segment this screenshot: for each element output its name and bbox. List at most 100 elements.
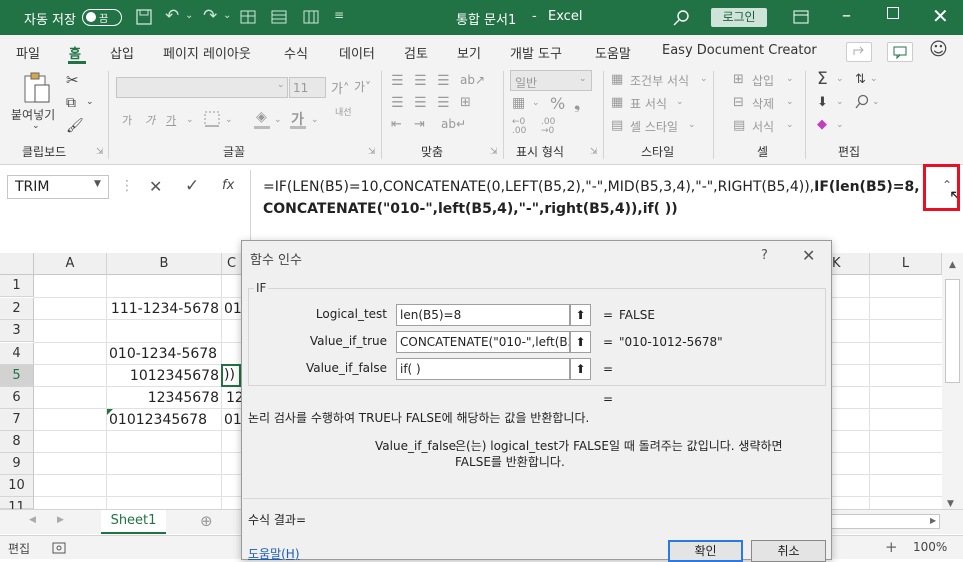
delete-cells-button[interactable]: 삭제 bbox=[752, 95, 774, 112]
minimize-icon[interactable]: – bbox=[842, 5, 851, 26]
row-header-8[interactable]: 8 bbox=[0, 431, 34, 453]
align-bottom-icon[interactable]: ☰ bbox=[437, 73, 450, 89]
tab-data[interactable]: 데이터 bbox=[339, 43, 375, 62]
column-header-c[interactable]: C bbox=[222, 253, 242, 275]
insert-cells-icon[interactable]: ⊞ bbox=[733, 72, 744, 87]
shrink-font-icon[interactable]: 가˅ bbox=[354, 78, 371, 95]
column-header-b[interactable]: B bbox=[107, 253, 222, 275]
arg-input-value-if-true[interactable]: CONCATENATE("010-",left(B5,4 bbox=[396, 331, 570, 353]
cell-c7[interactable]: 01 bbox=[224, 409, 242, 431]
comma-icon[interactable]: ❟ bbox=[574, 94, 580, 114]
row-header-6[interactable]: 6 bbox=[0, 387, 34, 409]
tab-help[interactable]: 도움말 bbox=[595, 43, 631, 62]
chevron-down-icon[interactable]: ⌄ bbox=[836, 120, 844, 130]
tab-developer[interactable]: 개발 도구 bbox=[510, 43, 562, 62]
increase-decimal-icon[interactable]: ←0.00 bbox=[512, 118, 526, 136]
collapse-dialog-button[interactable]: ⬆ bbox=[570, 331, 591, 353]
cell-style-icon[interactable]: ▤ bbox=[611, 118, 623, 133]
dialog-launcher-icon[interactable]: ⇲ bbox=[96, 147, 104, 157]
chevron-down-icon[interactable]: ⌄ bbox=[836, 97, 844, 107]
conditional-format-button[interactable]: 조건부 서식 bbox=[630, 72, 689, 89]
name-box[interactable]: TRIM ▼ bbox=[7, 175, 109, 199]
arg-input-value-if-false[interactable]: if( ) bbox=[396, 358, 570, 380]
next-sheet-icon[interactable]: ▶ bbox=[57, 515, 64, 525]
customize-qat-icon[interactable]: ≡ bbox=[334, 8, 344, 22]
tab-home[interactable]: 홈 bbox=[69, 43, 81, 62]
smiley-icon[interactable]: ☺ bbox=[929, 39, 948, 60]
enter-icon[interactable]: ✓ bbox=[185, 176, 199, 196]
chevron-down-icon[interactable]: ⌄ bbox=[185, 10, 193, 21]
sheet-tab-sheet1[interactable]: Sheet1 bbox=[101, 510, 166, 534]
align-top-icon[interactable]: ☰ bbox=[391, 73, 404, 89]
cancel-icon[interactable]: ✕ bbox=[149, 177, 162, 196]
bold-button[interactable]: 가 bbox=[122, 112, 132, 128]
chevron-down-icon[interactable]: ⌄ bbox=[872, 97, 880, 107]
tab-formulas[interactable]: 수식 bbox=[284, 43, 308, 62]
login-button[interactable]: 로그인 bbox=[711, 8, 767, 27]
form-icon[interactable] bbox=[271, 10, 287, 24]
zoom-level[interactable]: 100% bbox=[913, 540, 947, 554]
cell-b2[interactable]: 111-1234-5678 bbox=[107, 298, 219, 320]
autosave-toggle[interactable]: 끔 bbox=[82, 9, 122, 26]
select-all-corner[interactable] bbox=[0, 253, 34, 275]
number-format-dropdown[interactable]: 일반 ⌄ bbox=[510, 70, 592, 91]
share-button[interactable] bbox=[846, 42, 872, 62]
tab-review[interactable]: 검토 bbox=[404, 43, 428, 62]
row-header-2[interactable]: 2 bbox=[0, 298, 34, 320]
column-header-a[interactable]: A bbox=[34, 253, 107, 275]
cell-style-button[interactable]: 셀 스타일 bbox=[630, 118, 678, 135]
scroll-down-icon[interactable]: ▼ bbox=[947, 499, 954, 509]
format-painter-icon[interactable]: 🖌 bbox=[66, 118, 84, 134]
orientation-icon[interactable]: ab↗ bbox=[460, 73, 485, 87]
paste-icon[interactable] bbox=[22, 71, 52, 105]
insert-function-button[interactable]: fx bbox=[222, 178, 234, 193]
grid-icon[interactable] bbox=[303, 10, 319, 24]
collapse-dialog-button[interactable]: ⬆ bbox=[570, 358, 591, 380]
fill-icon[interactable]: ⬇ bbox=[817, 95, 828, 110]
align-left-icon[interactable]: ☰ bbox=[391, 95, 404, 111]
dialog-launcher-icon[interactable]: ⇲ bbox=[590, 147, 598, 157]
chevron-down-icon[interactable]: ⌄ bbox=[225, 115, 233, 125]
tab-insert[interactable]: 삽입 bbox=[110, 43, 134, 62]
wrap-text-icon[interactable]: ab↵ bbox=[441, 117, 466, 131]
row-header-7[interactable]: 7 bbox=[0, 409, 34, 431]
save-icon[interactable] bbox=[136, 9, 152, 25]
arg-input-logical-test[interactable]: len(B5)=8 bbox=[396, 304, 570, 326]
scroll-thumb[interactable] bbox=[945, 279, 960, 383]
row-header-11[interactable]: 11 bbox=[0, 497, 34, 515]
row-header-10[interactable]: 10 bbox=[0, 475, 34, 497]
formula-input[interactable]: =IF(LEN(B5)=10,CONCATENATE(0,LEFT(B5,2),… bbox=[263, 176, 923, 220]
row-header-4[interactable]: 4 bbox=[0, 343, 34, 365]
cell-b5[interactable]: 1012345678 bbox=[107, 365, 219, 387]
dialog-launcher-icon[interactable]: ⇲ bbox=[368, 147, 376, 157]
find-icon[interactable] bbox=[854, 94, 870, 110]
cut-icon[interactable]: ✂ bbox=[66, 71, 79, 89]
tab-easy-document-creator[interactable]: Easy Document Creator bbox=[662, 43, 817, 58]
align-center-icon[interactable]: ☰ bbox=[414, 95, 427, 111]
format-cells-icon[interactable]: ▤ bbox=[733, 118, 745, 133]
format-cells-button[interactable]: 서식 bbox=[752, 118, 774, 135]
chevron-down-icon[interactable]: ⌄ bbox=[870, 74, 878, 84]
decrease-indent-icon[interactable]: ⇤ bbox=[391, 117, 402, 132]
chevron-down-icon[interactable]: ⌄ bbox=[700, 74, 708, 84]
dialog-launcher-icon[interactable]: ⇲ bbox=[490, 147, 498, 157]
help-link[interactable]: 도움말(H) bbox=[248, 545, 300, 562]
font-size-dropdown[interactable]: 11 bbox=[289, 77, 326, 98]
horizontal-scroll-thumb[interactable] bbox=[830, 514, 940, 529]
dialog-close-icon[interactable]: ✕ bbox=[802, 246, 815, 265]
column-header-k[interactable]: K bbox=[832, 253, 870, 275]
chevron-down-icon[interactable]: ⌄ bbox=[786, 97, 794, 107]
insert-cells-button[interactable]: 삽입 bbox=[752, 72, 774, 89]
cell-b4[interactable]: 010-1234-5678 bbox=[109, 343, 217, 365]
chevron-down-icon[interactable]: ⌄ bbox=[86, 97, 94, 107]
chevron-down-icon[interactable]: ⌄ bbox=[786, 74, 794, 84]
chevron-down-icon[interactable]: ⌄ bbox=[186, 115, 194, 125]
cell-c5-active[interactable]: )) bbox=[221, 364, 241, 387]
collapse-dialog-button[interactable]: ⬆ bbox=[570, 304, 591, 326]
scroll-right-icon[interactable]: ▶ bbox=[930, 516, 936, 525]
phonetic-button[interactable]: 내선 bbox=[335, 109, 352, 118]
align-right-icon[interactable]: ☰ bbox=[437, 95, 450, 111]
chevron-down-icon[interactable]: ⌄ bbox=[223, 10, 231, 21]
accessibility-icon[interactable] bbox=[52, 542, 66, 554]
close-icon[interactable]: ✕ bbox=[932, 4, 949, 28]
